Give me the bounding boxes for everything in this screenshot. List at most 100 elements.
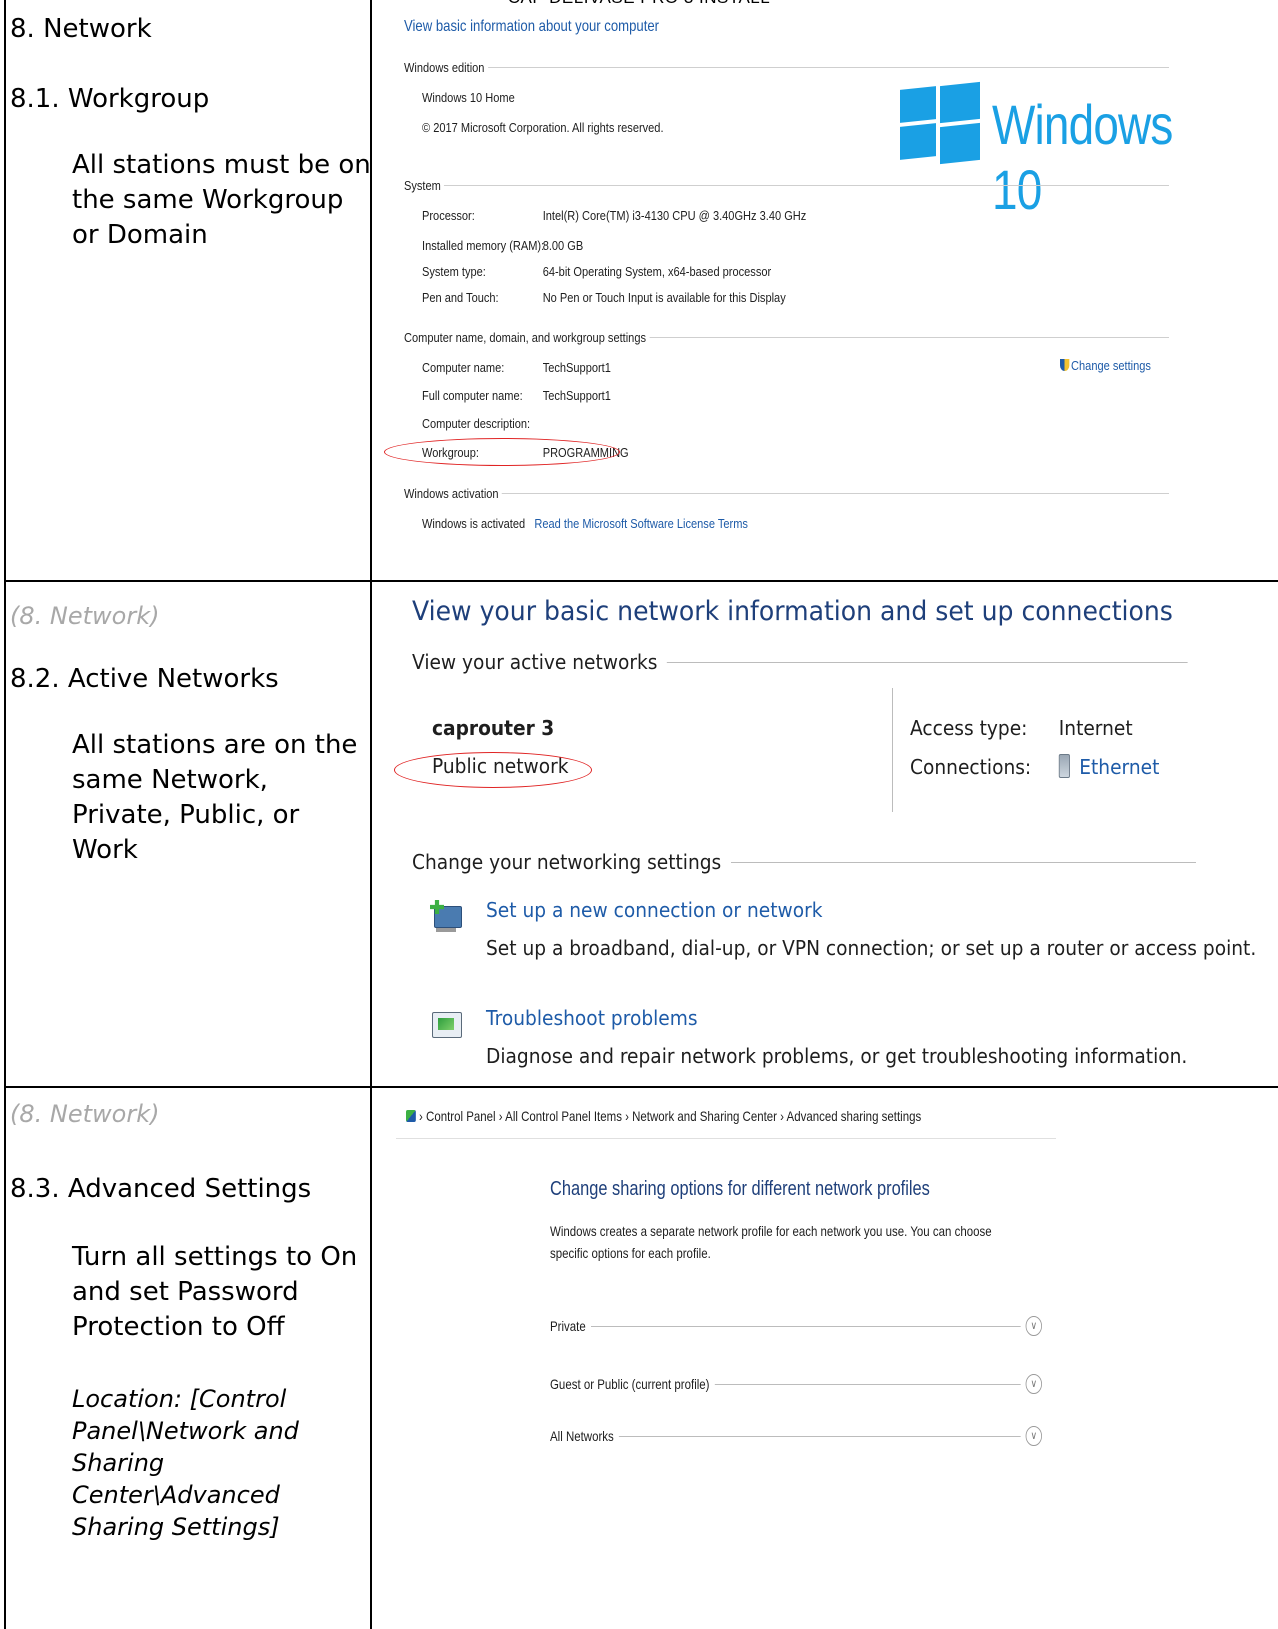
windows-logo-text: Windows 10	[992, 93, 1173, 221]
network-panel: View your basic network information and …	[390, 592, 1256, 1092]
section-title: 8. Network	[10, 14, 152, 44]
system-header: System	[404, 178, 1169, 193]
section-body: All stations must be on the same Workgro…	[72, 150, 371, 250]
activation-header: Windows activation	[404, 486, 1169, 501]
advanced-sharing-panel: › Control Panel › All Control Panel Item…	[390, 1094, 1250, 1629]
table-border-left	[4, 0, 6, 1629]
row-key: Computer name:	[422, 360, 505, 375]
network-divider	[892, 688, 893, 812]
ethernet-plug-icon	[1058, 754, 1070, 778]
group-label: Windows activation	[404, 486, 499, 501]
location-note: Location: [Control Panel\Network and Sha…	[72, 1385, 299, 1541]
chevron-down-icon[interactable]: ∨	[1025, 1374, 1042, 1394]
group-rule	[666, 661, 1188, 663]
troubleshoot-desc: Diagnose and repair network problems, or…	[486, 1044, 1188, 1068]
profile-rule	[618, 1435, 1021, 1437]
activation-status: Windows is activated	[422, 516, 526, 531]
shield-icon	[1060, 359, 1070, 371]
profile-guest-public[interactable]: Guest or Public (current profile) ∨	[550, 1374, 1042, 1394]
group-rule	[649, 337, 1169, 338]
group-rule	[730, 861, 1196, 863]
system-row: Processor: Intel(R) Core(TM) i3-4130 CPU …	[422, 208, 806, 223]
chevron-down-icon[interactable]: ∨	[1025, 1426, 1042, 1446]
system-row: System type: 64-bit Operating System, x64…	[422, 264, 771, 279]
section-body: All stations are on the same Network, Pr…	[72, 730, 358, 865]
section-hint: (8. Network)	[10, 1100, 160, 1128]
profile-rule	[590, 1325, 1021, 1327]
section-hint: (8. Network)	[10, 602, 160, 630]
breadcrumb: › Control Panel › All Control Panel Item…	[406, 1108, 921, 1124]
system-row: Installed memory (RAM):8.00 GB	[422, 238, 583, 253]
row-value: TechSupport1	[542, 360, 611, 375]
activation-row: Windows is activated Read the Microsoft …	[422, 516, 748, 531]
change-settings-label: Change settings	[1071, 358, 1151, 373]
profile-private[interactable]: Private ∨	[550, 1316, 1042, 1336]
section-subtitle: 8.3. Advanced Settings	[10, 1174, 312, 1204]
sharing-description: Windows creates a separate network profi…	[550, 1223, 992, 1261]
connections-row: Connections: Ethernet	[910, 754, 1159, 779]
row-key: Full computer name:	[422, 388, 523, 403]
network-title: View your basic network information and …	[412, 596, 1173, 627]
change-settings-link[interactable]: Change settings	[1060, 358, 1151, 373]
active-networks-header: View your active networks	[412, 650, 1188, 674]
profile-all-networks[interactable]: All Networks ∨	[550, 1426, 1042, 1446]
row-key: System type:	[422, 264, 486, 279]
setup-connection-desc: Set up a broadband, dial-up, or VPN conn…	[486, 936, 1257, 960]
left-cell-workgroup: 8. Network 8.1. Workgroup All stations m…	[10, 12, 380, 253]
edition-value: Windows 10 Home	[422, 90, 515, 105]
network-name: caprouter 3	[432, 716, 555, 740]
change-networking-header: Change your networking settings	[412, 850, 1196, 874]
profile-rule	[714, 1383, 1021, 1385]
computer-name-header: Computer name, domain, and workgroup set…	[404, 330, 1169, 345]
system-row: Pen and Touch: No Pen or Touch Input is a…	[422, 290, 786, 305]
row-value: No Pen or Touch Input is available for t…	[542, 290, 786, 305]
row-key: Installed memory (RAM):	[422, 238, 545, 253]
section-subtitle: 8.1. Workgroup	[10, 84, 210, 114]
section-body: Turn all settings to On and set Password…	[72, 1242, 358, 1342]
name-row: Full computer name: TechSupport1	[422, 388, 611, 403]
windows-edition-header: Windows edition	[404, 60, 1170, 75]
new-connection-icon	[430, 900, 464, 934]
setup-connection-link[interactable]: Set up a new connection or network	[486, 898, 823, 922]
profile-label: All Networks	[550, 1428, 614, 1444]
group-rule	[444, 185, 1169, 186]
troubleshoot-link[interactable]: Troubleshoot problems	[486, 1006, 698, 1030]
system-panel: View basic information about your comput…	[384, 0, 1210, 588]
group-rule	[487, 67, 1170, 68]
public-network-highlight-ellipse	[394, 752, 592, 788]
row-value: 8.00 GB	[542, 238, 584, 253]
breadcrumb-path[interactable]: › Control Panel › All Control Panel Item…	[419, 1108, 921, 1124]
license-link[interactable]: Read the Microsoft Software License Term…	[534, 516, 748, 531]
system-title: View basic information about your comput…	[404, 18, 660, 35]
sharing-heading: Change sharing options for different net…	[550, 1178, 930, 1200]
windows-logo-icon	[900, 81, 980, 165]
access-label: Access type:	[910, 716, 1028, 740]
troubleshoot-icon	[430, 1008, 464, 1042]
group-label: Computer name, domain, and workgroup set…	[404, 330, 647, 345]
workgroup-highlight-ellipse	[384, 438, 620, 466]
group-label: System	[404, 178, 441, 193]
connections-label: Connections:	[910, 755, 1032, 779]
row-value: TechSupport1	[542, 388, 611, 403]
group-rule	[501, 493, 1169, 494]
group-label: Windows edition	[404, 60, 485, 75]
row-value: Intel(R) Core(TM) i3-4130 CPU @ 3.40GHz …	[542, 208, 807, 223]
profile-label: Guest or Public (current profile)	[550, 1376, 710, 1392]
access-value: Internet	[1058, 716, 1133, 740]
access-type-row: Access type: Internet	[910, 716, 1133, 740]
chevron-down-icon[interactable]: ∨	[1025, 1316, 1042, 1336]
row-key: Processor:	[422, 208, 475, 223]
profile-label: Private	[550, 1318, 586, 1334]
copyright-text: © 2017 Microsoft Corporation. All rights…	[422, 120, 664, 135]
network-folder-icon	[406, 1110, 416, 1122]
group-label: View your active networks	[412, 650, 658, 674]
row-value: 64-bit Operating System, x64-based proce…	[542, 264, 772, 279]
group-label: Change your networking settings	[412, 850, 722, 874]
ethernet-link[interactable]: Ethernet	[1079, 755, 1159, 779]
section-subtitle: 8.2. Active Networks	[10, 664, 279, 694]
row-key: Pen and Touch:	[422, 290, 499, 305]
name-row: Computer name: TechSupport1	[422, 360, 611, 375]
breadcrumb-rule	[396, 1138, 1056, 1139]
left-cell-active-networks: (8. Network) 8.2. Active Networks All st…	[10, 602, 380, 868]
left-cell-advanced-settings: (8. Network) 8.3. Advanced Settings Turn…	[10, 1100, 380, 1543]
